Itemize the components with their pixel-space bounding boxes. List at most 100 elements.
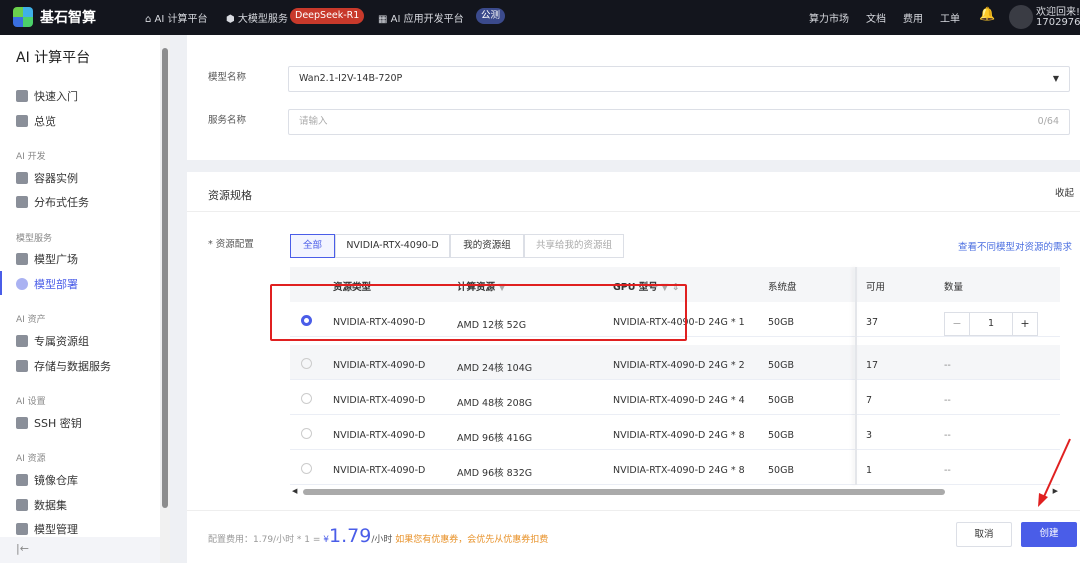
active-indicator: [0, 271, 2, 295]
row-radio[interactable]: [301, 393, 312, 404]
bell-icon[interactable]: 🔔: [979, 7, 995, 22]
nav-compute-market[interactable]: 算力市场: [809, 10, 849, 25]
cell-qty: --: [944, 360, 951, 371]
sidebar: AI 计算平台 快速入门 总览 AI 开发 容器实例 分布式任务 模型服务 模型…: [0, 35, 160, 563]
signpost-icon: [16, 90, 28, 102]
box-icon: [16, 474, 28, 486]
cell-gpu: NVIDIA-RTX-4090-D 24G * 2: [613, 360, 745, 371]
row-radio[interactable]: [301, 428, 312, 439]
sidebar-item-distributed[interactable]: 分布式任务: [16, 194, 89, 210]
quantity-value[interactable]: 1: [970, 313, 1012, 335]
dashboard-icon: [16, 115, 28, 127]
list-icon: [16, 335, 28, 347]
create-button[interactable]: 创建: [1021, 522, 1077, 547]
key-icon: [16, 417, 28, 429]
h-scroll-thumb[interactable]: [303, 489, 945, 495]
sidebar-item-overview[interactable]: 总览: [16, 113, 56, 129]
logo-text[interactable]: 基石智算: [40, 7, 96, 27]
sidebar-item-model-square[interactable]: 模型广场: [16, 251, 78, 267]
sidebar-item-model-deploy[interactable]: 模型部署: [16, 276, 78, 292]
storage-icon: [16, 360, 28, 372]
tab-rtx4090d[interactable]: NVIDIA-RTX-4090-D: [335, 234, 450, 258]
cell-avail: 3: [866, 430, 873, 441]
sidebar-item-image-repo[interactable]: 镜像仓库: [16, 472, 78, 488]
cancel-button[interactable]: 取消: [956, 522, 1012, 547]
caret-down-icon: ▼: [1052, 74, 1059, 83]
avatar[interactable]: [1009, 5, 1033, 29]
user-id[interactable]: 17029765: [1036, 17, 1080, 28]
group-model-service: 模型服务: [16, 234, 53, 244]
grid-icon: ▦: [378, 14, 391, 25]
cell-disk: 50GB: [768, 317, 794, 328]
resource-needs-link[interactable]: 查看不同模型对资源的需求: [958, 239, 1072, 253]
collapse-link[interactable]: 收起: [1055, 185, 1074, 199]
model-name-select[interactable]: Wan2.1-I2V-14B-720P ▼: [288, 66, 1070, 92]
model-icon: [16, 523, 28, 535]
nav-docs[interactable]: 文档: [866, 10, 886, 25]
sidebar-item-ssh-key[interactable]: SSH 密钥: [16, 415, 82, 431]
deploy-icon: [16, 278, 28, 290]
sidebar-scrollbar-thumb[interactable]: [162, 48, 168, 508]
table-h-scrollbar[interactable]: ◀ ▶: [290, 487, 1060, 497]
cell-avail: 1: [866, 465, 873, 476]
resource-config-label: * 资源配置: [208, 239, 254, 250]
beta-badge: 公测: [476, 8, 506, 24]
group-ai-settings: AI 设置: [16, 397, 46, 407]
layers-icon: [16, 253, 28, 265]
collapse-sidebar-icon[interactable]: |←: [16, 542, 29, 555]
cell-qty: --: [944, 430, 951, 441]
sidebar-item-containers[interactable]: 容器实例: [16, 170, 78, 186]
card-header: [187, 172, 1080, 212]
sidebar-item-datasets[interactable]: 数据集: [16, 497, 67, 513]
fixed-column-divider: [855, 267, 857, 485]
nav-billing[interactable]: 费用: [903, 10, 923, 25]
welcome-text: 欢迎回来!: [1036, 7, 1080, 18]
col-quantity: 数量: [944, 282, 964, 293]
cell-disk: 50GB: [768, 465, 794, 476]
coupon-notice: 如果您有优惠券，会优先从优惠券扣费: [395, 535, 549, 545]
sidebar-item-resource-group[interactable]: 专属资源组: [16, 333, 89, 349]
nav-tickets[interactable]: 工单: [940, 10, 960, 25]
cube-icon: ⬢: [226, 14, 238, 25]
cell-type: NVIDIA-RTX-4090-D: [333, 430, 426, 441]
service-name-input[interactable]: 请输入 0/64: [288, 109, 1070, 135]
sidebar-item-model-mgmt[interactable]: 模型管理: [16, 521, 78, 537]
tab-all[interactable]: 全部: [290, 234, 335, 258]
cell-gpu: NVIDIA-RTX-4090-D 24G * 4: [613, 395, 745, 406]
sidebar-item-storage[interactable]: 存储与数据服务: [16, 358, 111, 374]
quantity-stepper[interactable]: − 1 +: [944, 312, 1038, 336]
basic-info-card: 模型名称 Wan2.1-I2V-14B-720P ▼ 服务名称 请输入 0/64: [187, 35, 1080, 160]
tab-shared-groups[interactable]: 共享给我的资源组: [524, 234, 624, 258]
nav-app-platform[interactable]: ▦ AI 应用开发平台: [378, 10, 464, 25]
row-radio[interactable]: [301, 463, 312, 474]
row-radio[interactable]: [301, 358, 312, 369]
cell-avail: 7: [866, 395, 873, 406]
top-navbar: 基石智算 ⌂ AI 计算平台 ⬢ 大模型服务 DeepSeek-R1 ▦ AI …: [0, 0, 1080, 35]
cell-gpu: NVIDIA-RTX-4090-D 24G * 8: [613, 465, 745, 476]
database-icon: [16, 499, 28, 511]
decrement-button[interactable]: −: [945, 313, 970, 335]
cell-qty: --: [944, 465, 951, 476]
cell-gpu: NVIDIA-RTX-4090-D 24G * 8: [613, 430, 745, 441]
deepseek-badge[interactable]: DeepSeek-R1: [290, 8, 365, 24]
service-name-label: 服务名称: [208, 115, 247, 126]
cell-qty: --: [944, 395, 951, 406]
col-disk: 系统盘: [768, 282, 797, 293]
hierarchy-icon: [16, 196, 28, 208]
cell-compute: AMD 24核 104G: [457, 363, 533, 374]
annotation-box: [270, 284, 687, 341]
annotation-arrow: [1038, 438, 1071, 507]
cell-compute: AMD 48核 208G: [457, 398, 533, 409]
cell-avail: 37: [866, 317, 879, 328]
cell-type: NVIDIA-RTX-4090-D: [333, 360, 426, 371]
group-ai-dev: AI 开发: [16, 152, 46, 162]
char-count: 0/64: [1037, 116, 1059, 127]
tab-my-groups[interactable]: 我的资源组: [450, 234, 524, 258]
nav-ai-platform[interactable]: ⌂ AI 计算平台: [145, 10, 208, 25]
group-ai-resources: AI 资源: [16, 454, 46, 464]
increment-button[interactable]: +: [1012, 313, 1037, 335]
sidebar-item-quickstart[interactable]: 快速入门: [16, 88, 78, 104]
scroll-left-icon[interactable]: ◀: [292, 487, 297, 495]
nav-llm-service[interactable]: ⬢ 大模型服务: [226, 10, 288, 25]
resource-spec-title: 资源规格: [208, 189, 252, 202]
